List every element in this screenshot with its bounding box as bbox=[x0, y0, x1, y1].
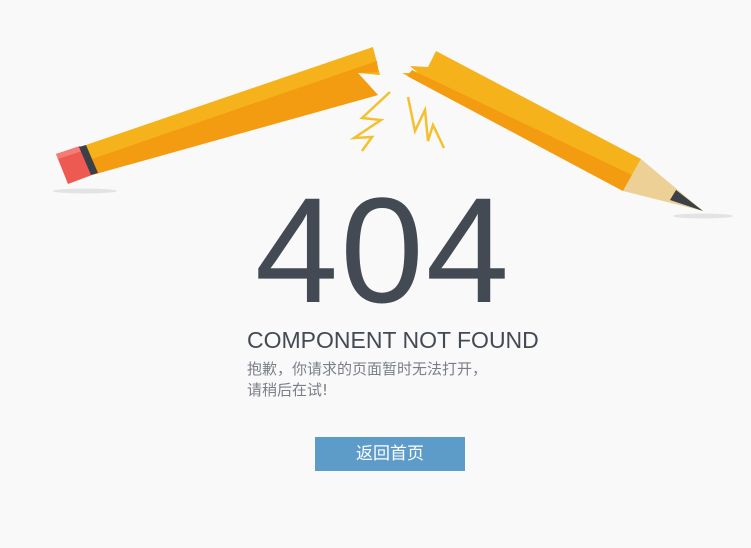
back-home-button[interactable]: 返回首页 bbox=[315, 437, 465, 471]
left-pencil-icon bbox=[56, 47, 380, 184]
error-message-line-1: 抱歉，你请求的页面暂时无法打开， bbox=[247, 360, 488, 378]
error-headline: COMPONENT NOT FOUND bbox=[247, 327, 539, 353]
error-message-line-2: 请稍后在试! bbox=[247, 381, 329, 399]
error-code: 404 bbox=[254, 166, 512, 334]
right-lightning-icon bbox=[406, 96, 446, 149]
left-lightning-icon bbox=[349, 91, 391, 152]
left-pencil-shadow bbox=[53, 188, 117, 194]
right-pencil-shadow bbox=[673, 213, 733, 219]
